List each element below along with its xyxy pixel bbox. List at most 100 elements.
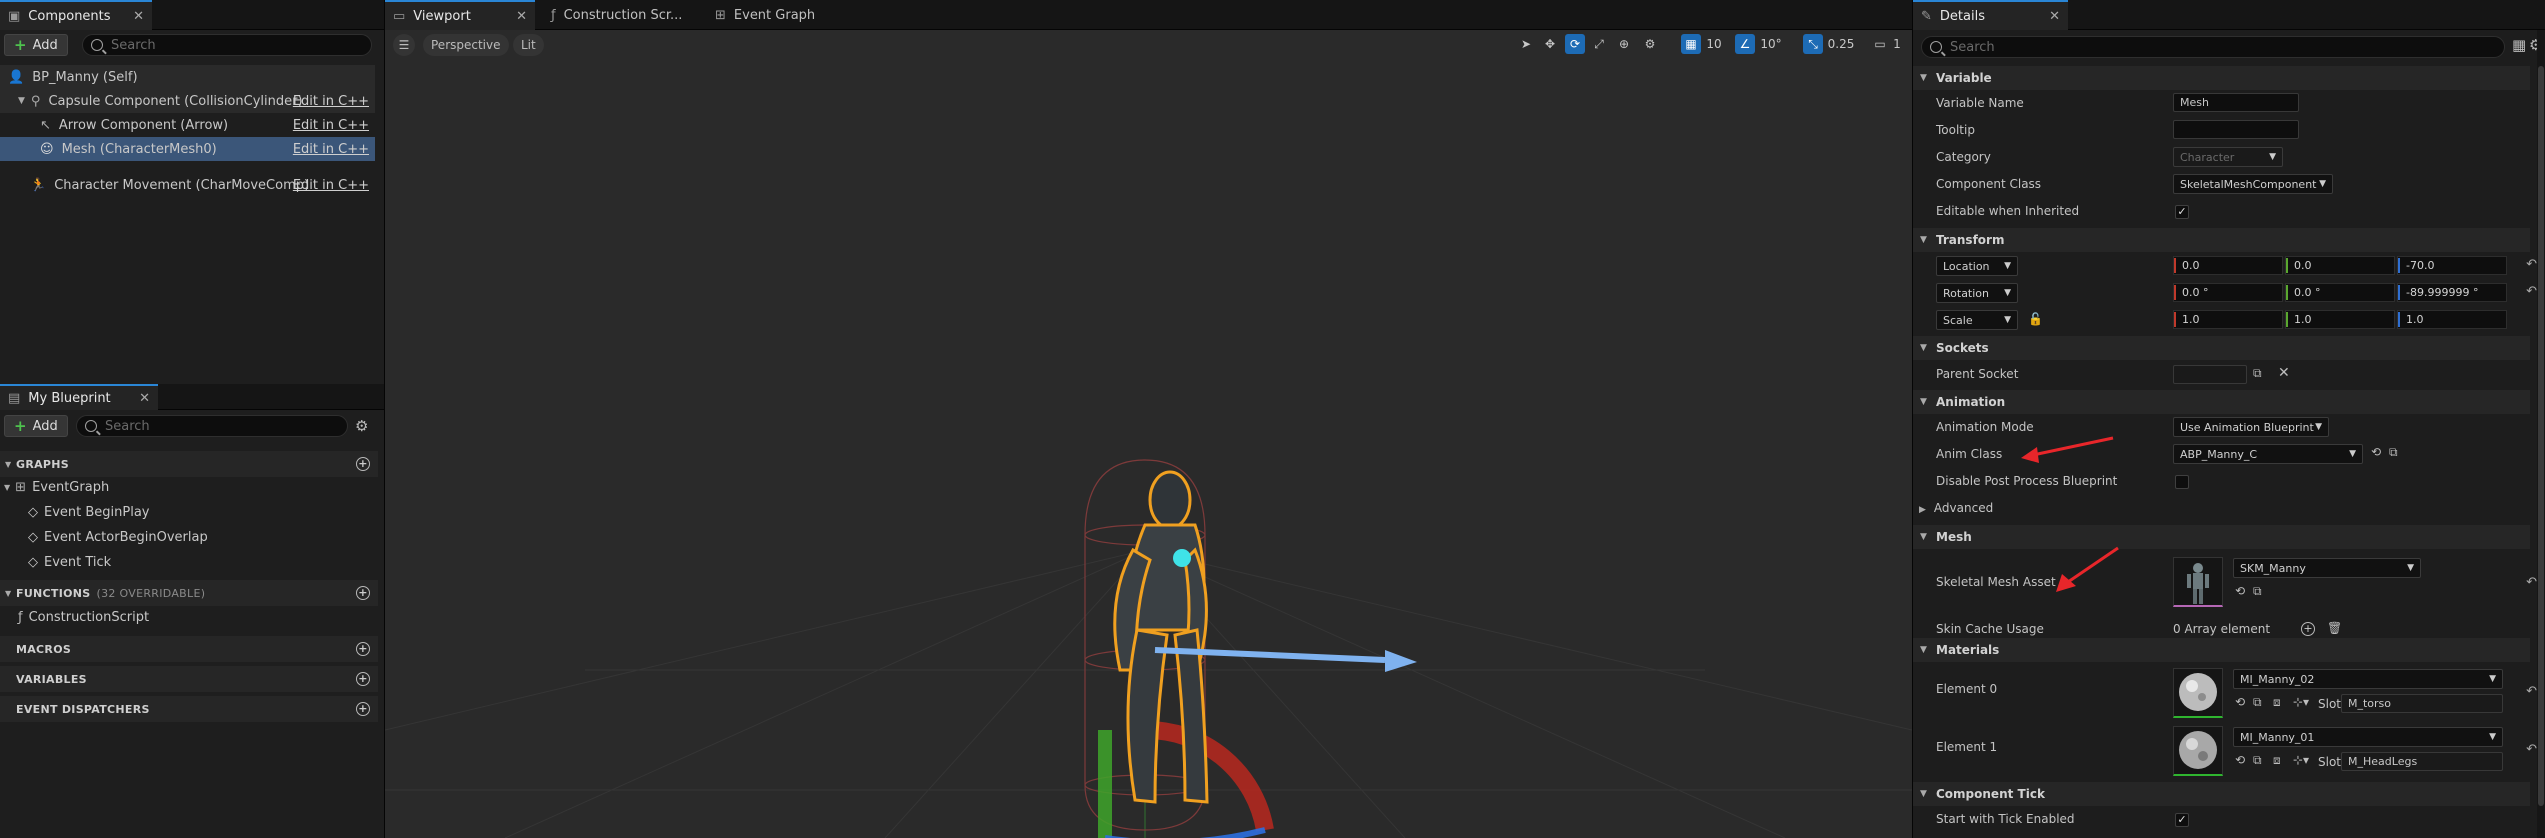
variable-name-field[interactable]: Mesh <box>2173 93 2299 112</box>
mesh-section-header[interactable]: ▼ Mesh <box>1913 525 2530 549</box>
viewport-menu-button[interactable]: ☰ <box>393 34 415 56</box>
rotate-gizmo-blue[interactable] <box>1105 827 1266 838</box>
editable-inherited-checkbox[interactable]: ✓ <box>2175 205 2189 219</box>
component-class-dropdown[interactable]: SkeletalMeshComponent ▼ <box>2173 174 2333 194</box>
scale-mode-dropdown[interactable]: Scale ▼ <box>1936 310 2018 330</box>
select-tool-icon[interactable]: ➤ <box>1517 34 1535 54</box>
slot-field[interactable]: M_HeadLegs <box>2341 752 2503 771</box>
material-thumbnail[interactable] <box>2173 668 2223 718</box>
tree-item-arrow[interactable]: ↖ Arrow Component (Arrow) Edit in C++ <box>0 113 375 137</box>
use-selected-icon[interactable]: ⟲ <box>2235 753 2245 767</box>
material-dropdown[interactable]: MI_Manny_01 ▼ <box>2233 727 2503 747</box>
camera-speed-value[interactable]: 1 <box>1889 34 1905 54</box>
tab-construction-script[interactable]: ƒ Construction Scr... <box>543 0 703 30</box>
browse-icon[interactable]: ⧉ <box>2389 445 2398 460</box>
event-item[interactable]: ◇ Event Tick <box>28 555 111 570</box>
camera-speed-icon[interactable]: ▭ <box>1871 34 1889 54</box>
close-icon[interactable]: ✕ <box>139 391 150 406</box>
material-options-icon[interactable]: ⊹▾ <box>2293 695 2309 709</box>
animation-mode-dropdown[interactable]: Use Animation Blueprint ▼ <box>2173 417 2329 437</box>
edit-in-cpp-link[interactable]: Edit in C++ <box>293 142 369 157</box>
use-selected-icon[interactable]: ⟲ <box>2371 445 2381 459</box>
material-options-icon[interactable]: ⊹▾ <box>2293 753 2309 767</box>
reset-rotation-icon[interactable]: ↶ <box>2526 284 2537 299</box>
rotation-snap-value[interactable]: 10° <box>1757 34 1785 54</box>
event-item[interactable]: ◇ Event ActorBeginOverlap <box>28 530 208 545</box>
edit-in-cpp-link[interactable]: Edit in C++ <box>293 94 369 109</box>
browse-icon[interactable]: ⧉ <box>2253 584 2262 599</box>
tree-item-mesh[interactable]: ☺ Mesh (CharacterMesh0) Edit in C++ <box>0 137 375 161</box>
components-search-input[interactable]: Search <box>82 34 372 56</box>
perspective-button[interactable]: Perspective <box>423 34 509 56</box>
tab-viewport[interactable]: ▭ Viewport ✕ <box>385 0 535 30</box>
edit-in-cpp-link[interactable]: Edit in C++ <box>293 118 369 133</box>
scale-snap-icon[interactable]: ⤡ <box>1803 34 1823 54</box>
open-editor-icon[interactable]: ⧈ <box>2273 753 2281 768</box>
graphs-header[interactable]: ▼ GRAPHS + <box>0 451 378 477</box>
scrollbar-thumb[interactable] <box>2538 66 2544 806</box>
tab-event-graph[interactable]: ⊞ Event Graph <box>707 0 857 30</box>
slot-field[interactable]: M_torso <box>2341 694 2503 713</box>
use-selected-icon[interactable]: ⟲ <box>2235 695 2245 709</box>
reset-mesh-icon[interactable]: ↶ <box>2526 575 2537 590</box>
browse-icon[interactable]: ⧉ <box>2253 366 2262 381</box>
rotate-tool-icon[interactable]: ⟳ <box>1565 34 1585 54</box>
macros-header[interactable]: MACROS + <box>0 636 378 662</box>
add-dispatcher-icon[interactable]: + <box>356 702 370 716</box>
grid-snap-icon[interactable]: ▦ <box>1681 34 1701 54</box>
scale-z-field[interactable]: 1.0 <box>2397 310 2507 329</box>
details-scrollbar[interactable] <box>2537 30 2545 838</box>
lock-icon[interactable]: 🔓 <box>2028 312 2043 326</box>
scale-snap-value[interactable]: 0.25 <box>1825 34 1857 54</box>
browse-icon[interactable]: ⧉ <box>2253 753 2262 768</box>
add-variable-icon[interactable]: + <box>356 672 370 686</box>
lit-mode-button[interactable]: Lit <box>513 34 544 56</box>
viewport[interactable]: ☰ Perspective Lit ➤ ✥ ⟳ ⤢ ⊕ ⚙ ▦ 10 ∠ 10°… <box>385 30 1912 838</box>
materials-section-header[interactable]: ▼ Materials <box>1913 638 2530 662</box>
anim-class-dropdown[interactable]: ABP_Manny_C ▼ <box>2173 444 2363 464</box>
tree-item-self[interactable]: 👤 BP_Manny (Self) <box>0 65 375 89</box>
add-macro-icon[interactable]: + <box>356 642 370 656</box>
rotation-y-field[interactable]: 0.0 ° <box>2285 283 2395 302</box>
scale-x-field[interactable]: 1.0 <box>2173 310 2283 329</box>
variables-header[interactable]: VARIABLES + <box>0 666 378 692</box>
translate-tool-icon[interactable]: ✥ <box>1541 34 1559 54</box>
sockets-section-header[interactable]: ▼ Sockets <box>1913 336 2530 360</box>
settings-gear-icon[interactable]: ⚙ <box>355 417 368 435</box>
close-icon[interactable]: ✕ <box>2049 9 2060 24</box>
location-y-field[interactable]: 0.0 <box>2285 256 2395 275</box>
tab-components[interactable]: ▣ Components ✕ <box>0 0 152 30</box>
character-mesh[interactable] <box>1113 470 1209 804</box>
component-tick-section-header[interactable]: ▼ Component Tick <box>1913 782 2530 806</box>
close-icon[interactable]: ✕ <box>133 9 144 24</box>
myblueprint-search-input[interactable]: Search <box>76 415 348 437</box>
event-item[interactable]: ◇ Event BeginPlay <box>28 505 150 520</box>
variable-section-header[interactable]: ▼ Variable <box>1913 66 2530 90</box>
reset-material-icon[interactable]: ↶ <box>2526 742 2537 757</box>
add-element-icon[interactable]: + <box>2301 622 2315 636</box>
disable-pp-checkbox[interactable] <box>2175 475 2189 489</box>
material-dropdown[interactable]: MI_Manny_02 ▼ <box>2233 669 2503 689</box>
event-graph-item[interactable]: ▼ ⊞ EventGraph <box>4 480 109 495</box>
parent-socket-field[interactable] <box>2173 365 2247 384</box>
tree-item-capsule[interactable]: ▼ ⚲ Capsule Component (CollisionCylinder… <box>0 89 375 113</box>
reset-location-icon[interactable]: ↶ <box>2526 257 2537 272</box>
world-local-icon[interactable]: ⊕ <box>1615 34 1633 54</box>
trash-icon[interactable]: 🗑 <box>2327 621 2342 635</box>
rotation-mode-dropdown[interactable]: Rotation ▼ <box>1936 283 2018 303</box>
rotation-snap-icon[interactable]: ∠ <box>1735 34 1755 54</box>
start-tick-checkbox[interactable]: ✓ <box>2175 813 2189 827</box>
clear-icon[interactable]: ✕ <box>2278 365 2290 381</box>
details-search-input[interactable]: Search <box>1921 36 2505 58</box>
scale-tool-icon[interactable]: ⤢ <box>1590 34 1608 54</box>
collapse-arrow-icon[interactable]: ▼ <box>18 96 25 106</box>
skeletal-mesh-thumbnail[interactable] <box>2173 557 2223 607</box>
location-mode-dropdown[interactable]: Location ▼ <box>1936 256 2018 276</box>
close-icon[interactable]: ✕ <box>516 9 527 24</box>
surface-snap-icon[interactable]: ⚙ <box>1641 34 1659 54</box>
rotation-x-field[interactable]: 0.0 ° <box>2173 283 2283 302</box>
material-thumbnail[interactable] <box>2173 726 2223 776</box>
add-component-button[interactable]: + Add <box>4 34 68 56</box>
use-selected-icon[interactable]: ⟲ <box>2235 584 2245 598</box>
location-z-field[interactable]: -70.0 <box>2397 256 2507 275</box>
